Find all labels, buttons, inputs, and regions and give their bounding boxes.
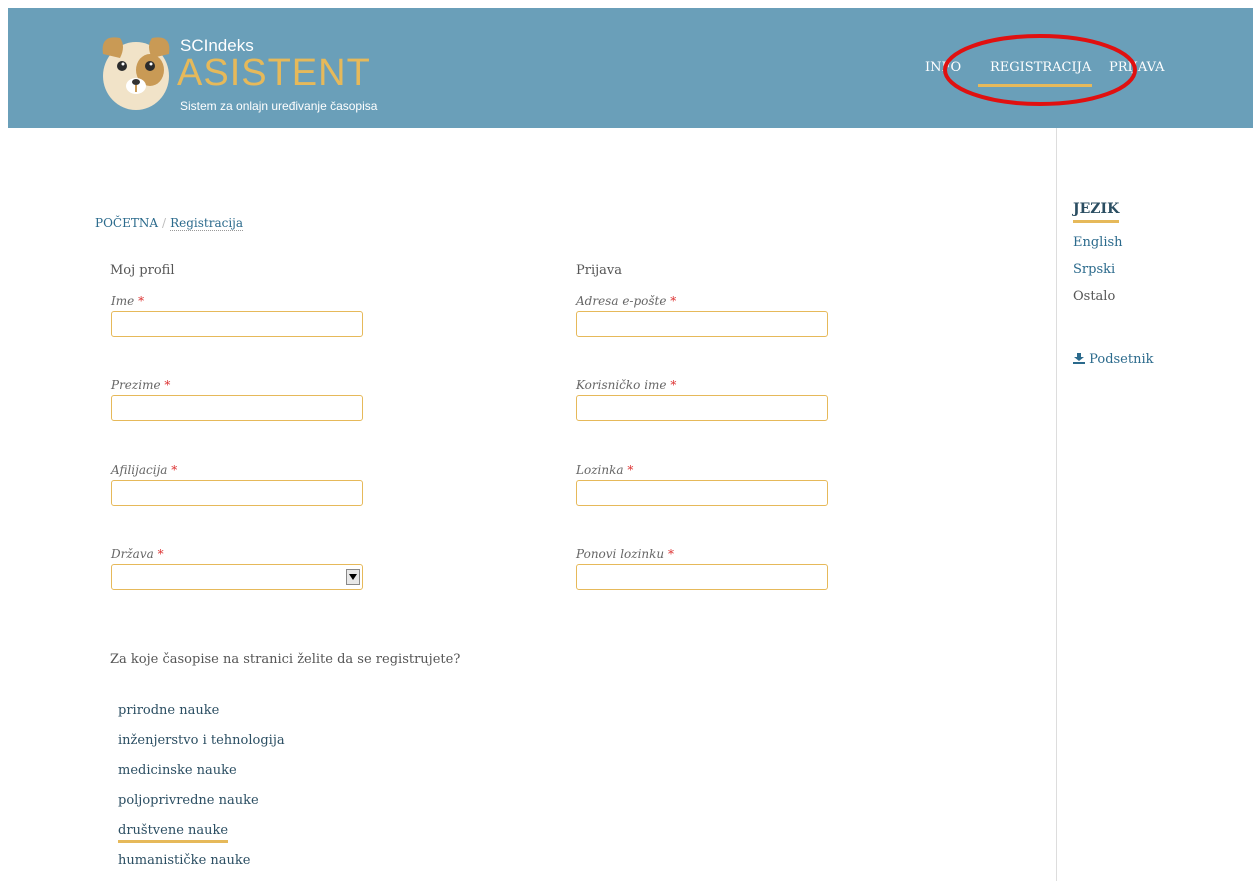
breadcrumb: POČETNA / Registracija (95, 216, 244, 231)
journal-field-label: medicinske nauke (118, 763, 237, 778)
drzava-select[interactable] (111, 564, 363, 590)
email-label-text: Adresa e-pošte (576, 294, 667, 308)
afilijacija-label: Afilijacija * (111, 463, 177, 477)
chevron-down-icon (349, 574, 357, 580)
required-mark: * (171, 463, 178, 477)
journal-field-label: prirodne nauke (118, 703, 220, 718)
username-label-text: Korisničko ime (576, 378, 667, 392)
required-mark: * (157, 547, 164, 561)
required-mark: * (670, 294, 677, 308)
repeat-password-label-text: Ponovi lozinku (576, 547, 665, 561)
journal-field-item[interactable]: inženjerstvo i tehnologija (118, 732, 285, 762)
required-mark: * (138, 294, 145, 308)
download-icon (1073, 353, 1085, 364)
repeat-password-label: Ponovi lozinku * (576, 547, 674, 561)
podsetnik-label: Podsetnik (1089, 352, 1154, 367)
drzava-label-text: Država (111, 547, 154, 561)
profile-section-title: Moj profil (110, 263, 175, 278)
afilijacija-input[interactable] (111, 480, 363, 506)
logo-title: ASISTENT (177, 52, 371, 94)
afilijacija-label-text: Afilijacija (111, 463, 168, 477)
repeat-password-input[interactable] (576, 564, 828, 590)
drzava-label: Država * (111, 547, 164, 561)
prezime-input[interactable] (111, 395, 363, 421)
journal-field-label: poljoprivredne nauke (118, 793, 259, 808)
select-dropdown-button[interactable] (346, 569, 360, 585)
ime-input[interactable] (111, 311, 363, 337)
journal-field-item[interactable]: humanističke nauke (118, 852, 285, 881)
email-input[interactable] (576, 311, 828, 337)
breadcrumb-home-link[interactable]: POČETNA (95, 216, 158, 230)
page-frame: SCIndeks ASISTENT Sistem za onlajn uređi… (8, 8, 1253, 881)
journal-field-item[interactable]: prirodne nauke (118, 702, 285, 732)
logo-subtitle: Sistem za onlajn uređivanje časopisa (180, 99, 378, 113)
journals-question: Za koje časopise na stranici želite da s… (110, 652, 461, 667)
ime-label: Ime * (111, 294, 144, 308)
required-mark: * (627, 463, 634, 477)
journal-field-item-active[interactable]: društvene nauke (118, 822, 285, 852)
red-annotation-oval (943, 34, 1137, 106)
prezime-label: Prezime * (111, 378, 170, 392)
journal-field-item[interactable]: medicinske nauke (118, 762, 285, 792)
language-srpski-link[interactable]: Srpski (1073, 262, 1248, 277)
breadcrumb-current: Registracija (170, 216, 244, 231)
username-input[interactable] (576, 395, 828, 421)
journal-field-label: društvene nauke (118, 823, 229, 843)
required-mark: * (667, 547, 674, 561)
password-label-text: Lozinka (576, 463, 624, 477)
required-mark: * (164, 378, 171, 392)
sidebar-divider (1056, 128, 1057, 881)
sidebar-title: JEZIK (1073, 201, 1120, 223)
journal-field-item[interactable]: poljoprivredne nauke (118, 792, 285, 822)
password-input[interactable] (576, 480, 828, 506)
journal-field-label: humanističke nauke (118, 853, 251, 868)
ime-label-text: Ime (111, 294, 135, 308)
site-header: SCIndeks ASISTENT Sistem za onlajn uređi… (8, 8, 1253, 128)
username-label: Korisničko ime * (576, 378, 676, 392)
site-logo[interactable]: SCIndeks ASISTENT Sistem za onlajn uređi… (98, 24, 398, 116)
email-label: Adresa e-pošte * (576, 294, 676, 308)
dog-logo-icon (102, 37, 170, 110)
sidebar: JEZIK English Srpski Ostalo Podsetnik (1073, 198, 1248, 367)
journal-fields-list: prirodne nauke inženjerstvo i tehnologij… (118, 702, 285, 881)
language-english-link[interactable]: English (1073, 235, 1248, 250)
podsetnik-download-link[interactable]: Podsetnik (1073, 352, 1154, 367)
journal-field-label: inženjerstvo i tehnologija (118, 733, 285, 748)
language-other: Ostalo (1073, 289, 1116, 304)
login-section-title: Prijava (576, 263, 622, 278)
password-label: Lozinka * (576, 463, 633, 477)
prezime-label-text: Prezime (111, 378, 161, 392)
breadcrumb-separator: / (162, 216, 167, 230)
required-mark: * (670, 378, 677, 392)
